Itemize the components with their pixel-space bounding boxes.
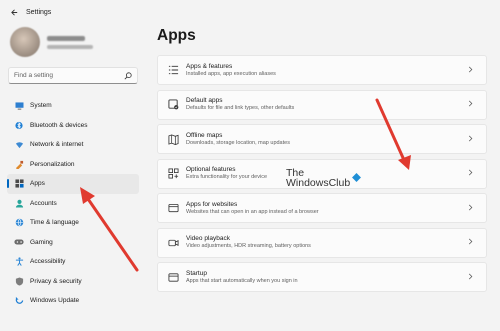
annotation-arrows bbox=[80, 98, 411, 272]
red-arrow-to-optional-features-icon bbox=[375, 98, 411, 170]
red-arrow-to-apps-icon bbox=[80, 187, 139, 272]
